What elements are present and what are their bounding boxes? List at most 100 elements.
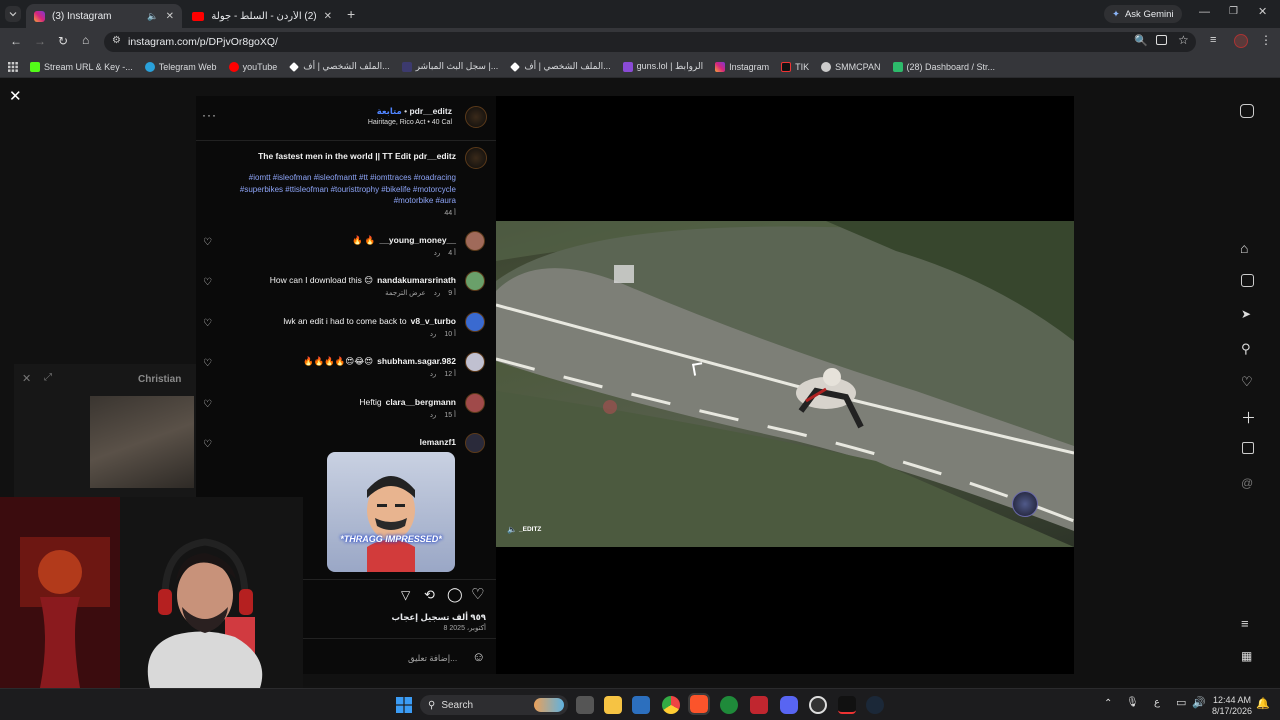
instagram-icon[interactable] bbox=[1240, 104, 1254, 118]
zoom-icon[interactable]: 🔍 bbox=[1134, 34, 1148, 47]
threads-icon[interactable]: @ bbox=[1241, 476, 1253, 490]
xbox-icon[interactable] bbox=[720, 696, 738, 714]
create-icon[interactable]: ＋ bbox=[1241, 407, 1256, 428]
more-options-icon[interactable]: ··· bbox=[202, 108, 217, 122]
commenter-avatar[interactable] bbox=[465, 312, 485, 332]
task-view-icon[interactable] bbox=[576, 696, 594, 714]
app-icon[interactable] bbox=[838, 696, 856, 714]
file-explorer-icon[interactable] bbox=[604, 696, 622, 714]
close-window-button[interactable]: ✕ bbox=[1258, 5, 1267, 18]
commenter-avatar[interactable] bbox=[465, 393, 485, 413]
close-icon[interactable]: ✕ bbox=[166, 11, 174, 22]
bookmark-item[interactable]: Telegram Web bbox=[139, 61, 223, 72]
dashboard-icon[interactable] bbox=[1242, 442, 1254, 454]
volume-icon[interactable]: 🔊 bbox=[1192, 696, 1206, 709]
comment-like-heart-icon[interactable]: ♡ bbox=[203, 399, 212, 410]
back-button[interactable]: ← bbox=[10, 34, 22, 48]
minimize-button[interactable]: — bbox=[1199, 6, 1210, 18]
bookmark-item[interactable]: Instagram bbox=[709, 61, 775, 72]
notification-bell-icon[interactable]: 🔔 bbox=[1256, 697, 1270, 710]
discord-icon[interactable] bbox=[780, 696, 798, 714]
start-button[interactable] bbox=[396, 697, 412, 713]
reload-button[interactable]: ↻ bbox=[58, 34, 68, 48]
comment-username[interactable]: nandakumarsrinath bbox=[377, 275, 456, 285]
commenter-avatar[interactable] bbox=[465, 433, 485, 453]
bookmark-item[interactable]: SMMCPAN bbox=[815, 61, 886, 72]
reply-button[interactable]: رد bbox=[430, 330, 437, 338]
also-from-meta-icon[interactable]: ▦ bbox=[1241, 649, 1252, 663]
restore-button[interactable]: ❐ bbox=[1229, 6, 1238, 17]
commenter-avatar[interactable] bbox=[465, 231, 485, 251]
comment-username[interactable]: clara__bergmann bbox=[386, 397, 456, 407]
comment-gif-sticker[interactable]: *THRAGG IMPRESSED* bbox=[327, 452, 455, 572]
tab-search-button[interactable] bbox=[5, 6, 21, 22]
mute-icon[interactable]: 🔈 bbox=[147, 11, 158, 22]
obs-icon[interactable] bbox=[809, 696, 827, 714]
reply-button[interactable]: رد bbox=[430, 370, 437, 378]
comment-like-heart-icon[interactable]: ♡ bbox=[203, 277, 212, 288]
volume-icon[interactable]: 🔈 bbox=[507, 525, 517, 534]
comment-like-heart-icon[interactable]: ♡ bbox=[203, 358, 212, 369]
notifications-heart-icon[interactable]: ♡ bbox=[1241, 374, 1253, 390]
expand-icon[interactable]: ⤢ bbox=[44, 372, 52, 383]
chrome-icon[interactable] bbox=[662, 696, 680, 714]
bookmark-item[interactable]: Stream URL & Key -... bbox=[24, 61, 139, 72]
forward-button[interactable]: → bbox=[34, 34, 46, 48]
comment-icon[interactable]: ◯ bbox=[447, 586, 463, 603]
address-bar[interactable]: ⚙ instagram.com/p/DPjvOr8goXQ/ 🔍 ☆ bbox=[104, 32, 1196, 52]
bookmark-item[interactable]: الملف الشخصي | أف... bbox=[504, 61, 616, 72]
reading-list-icon[interactable]: ≡ bbox=[1210, 34, 1216, 46]
close-icon[interactable]: ✕ bbox=[22, 372, 31, 385]
comment-username[interactable]: lemanzf1 bbox=[420, 437, 456, 447]
pip-window[interactable]: ✕ ⤢ Christian bbox=[14, 364, 196, 497]
share-icon[interactable]: ▽ bbox=[401, 588, 410, 602]
author-username[interactable]: pdr__editz bbox=[409, 106, 452, 116]
home-icon[interactable]: ⌂ bbox=[1240, 240, 1248, 256]
bookmark-item[interactable]: TIK bbox=[775, 61, 815, 72]
bookmark-star-icon[interactable]: ☆ bbox=[1178, 33, 1189, 47]
hashtags[interactable]: #iomtt #isleofman #isleofmantt #tt #iomt… bbox=[222, 172, 456, 207]
audio-track[interactable]: Hairitage, Rico Act • 40 Cal bbox=[368, 119, 452, 126]
steam-icon[interactable] bbox=[866, 696, 884, 714]
language-indicator[interactable]: ع bbox=[1154, 697, 1160, 708]
emoji-icon[interactable]: ☺ bbox=[472, 649, 485, 664]
close-icon[interactable]: ✕ bbox=[324, 11, 332, 22]
comment-username[interactable]: shubham.sagar.982 bbox=[377, 356, 456, 366]
capture-icon[interactable] bbox=[750, 696, 768, 714]
home-button[interactable]: ⌂ bbox=[82, 33, 89, 47]
brave-icon[interactable] bbox=[688, 693, 710, 715]
reply-button[interactable]: رد bbox=[434, 289, 441, 297]
microphone-icon[interactable]: 🎙 bbox=[1126, 697, 1139, 708]
chevron-up-icon[interactable]: ⌃ bbox=[1104, 698, 1112, 709]
repost-icon[interactable]: ⟲ bbox=[424, 587, 435, 603]
caption-username[interactable]: pdr__editz bbox=[413, 151, 456, 161]
apps-icon[interactable] bbox=[0, 61, 24, 72]
comment-input[interactable]: إضافة تعليق... bbox=[408, 653, 457, 664]
site-info-icon[interactable]: ⚙ bbox=[112, 35, 121, 46]
caption-avatar[interactable] bbox=[465, 147, 487, 169]
comment-like-heart-icon[interactable]: ♡ bbox=[203, 237, 212, 248]
messages-icon[interactable]: ➤ bbox=[1241, 307, 1251, 321]
bookmark-item[interactable]: youTube bbox=[223, 61, 284, 72]
commenter-avatar[interactable] bbox=[465, 352, 485, 372]
clock[interactable]: 12:44 AM 8/17/2026 bbox=[1212, 695, 1252, 717]
commenter-avatar[interactable] bbox=[465, 271, 485, 291]
search-icon[interactable]: ⚲ bbox=[1241, 341, 1251, 357]
see-translation-link[interactable]: عرض الترجمة bbox=[385, 289, 426, 297]
ask-gemini-button[interactable]: ✦ Ask Gemini bbox=[1104, 5, 1182, 23]
author-avatar[interactable] bbox=[465, 106, 487, 128]
network-icon[interactable]: ▭ bbox=[1176, 696, 1186, 709]
tab-instagram[interactable]: (3) Instagram 🔈 ✕ bbox=[26, 4, 182, 28]
bookmark-item[interactable]: سجل البث المباشر |... bbox=[396, 61, 505, 72]
comment-like-heart-icon[interactable]: ♡ bbox=[203, 318, 212, 329]
reels-icon[interactable] bbox=[1241, 274, 1254, 287]
store-icon[interactable] bbox=[632, 696, 650, 714]
bookmark-item[interactable]: (28) Dashboard / Str... bbox=[887, 61, 1002, 72]
install-app-icon[interactable] bbox=[1156, 35, 1167, 45]
bookmark-item[interactable]: الملف الشخصي | أف... bbox=[283, 61, 395, 72]
comment-username[interactable]: __young_money__ bbox=[379, 235, 456, 245]
taskbar-search[interactable]: ⚲ Search bbox=[420, 695, 568, 715]
tab-youtube[interactable]: (2) الأردن - السلط - جولة سياحية ✕ bbox=[184, 4, 340, 28]
reel-video[interactable] bbox=[496, 221, 1074, 547]
comment-like-heart-icon[interactable]: ♡ bbox=[203, 439, 212, 450]
